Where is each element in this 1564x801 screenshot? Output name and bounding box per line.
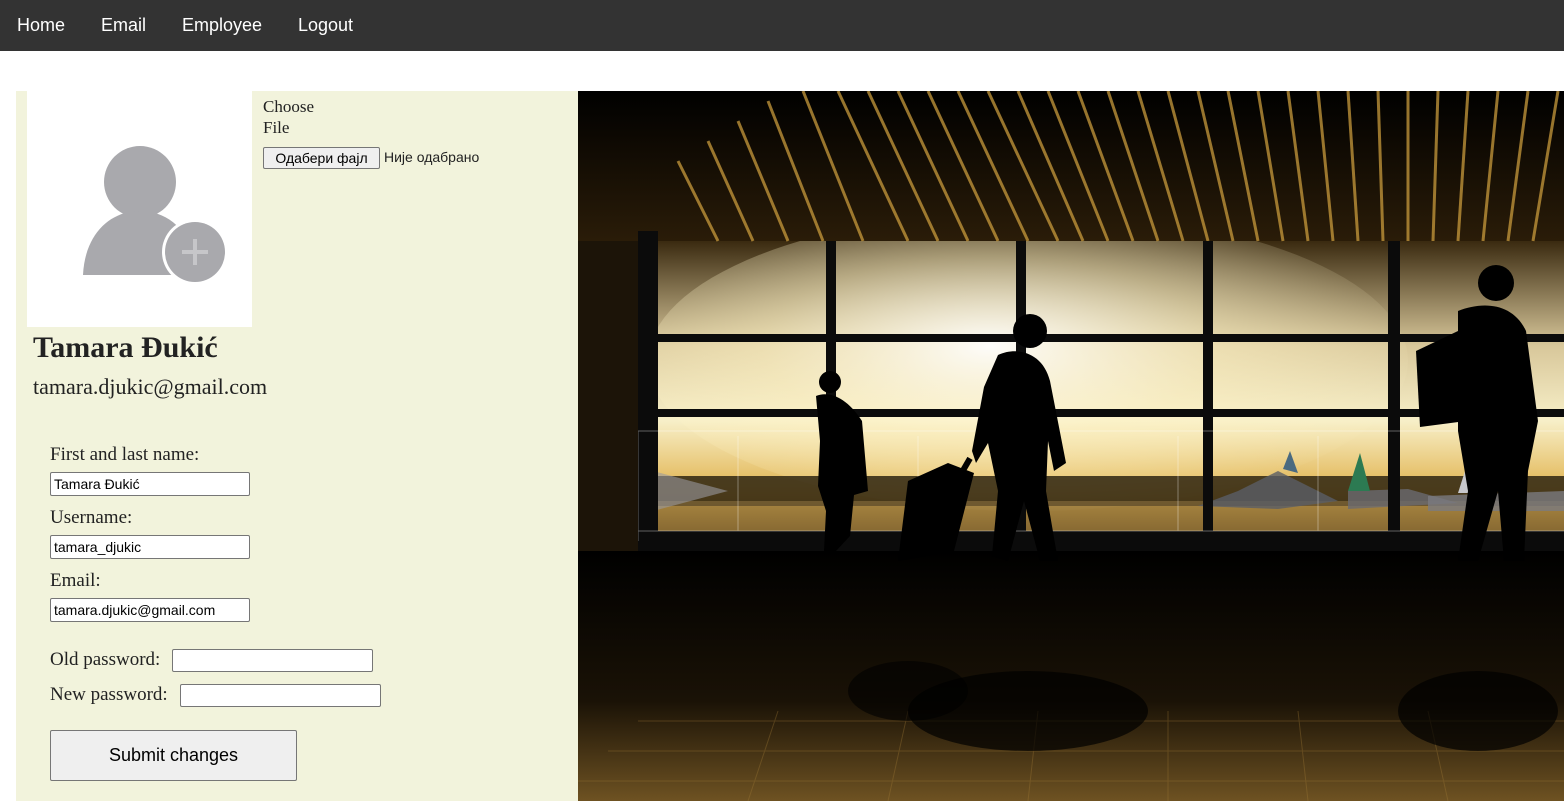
choose-file-label: Choose File	[263, 97, 314, 137]
name-label: First and last name:	[50, 444, 200, 465]
file-status-text: Није одабрано	[384, 149, 480, 165]
nav-email-link[interactable]: Email	[101, 0, 146, 51]
airport-photo	[578, 91, 1564, 801]
username-label: Username:	[50, 507, 133, 528]
airport-illustration	[578, 91, 1564, 801]
name-input[interactable]	[50, 472, 250, 496]
top-navbar: Home Email Employee Logout	[0, 0, 1564, 51]
submit-changes-button[interactable]: Submit changes	[50, 730, 297, 781]
profile-email: tamara.djukic@gmail.com	[33, 374, 268, 399]
new-password-label: New password:	[50, 684, 168, 705]
nav-home-link[interactable]: Home	[17, 0, 65, 51]
profile-panel: Choose File Одабери фајл Није одабрано T…	[16, 91, 578, 801]
choose-file-button[interactable]: Одабери фајл	[263, 147, 380, 169]
email-label: Email:	[50, 570, 101, 591]
nav-employee-link[interactable]: Employee	[182, 0, 262, 51]
new-password-input[interactable]	[180, 684, 381, 707]
email-input[interactable]	[50, 598, 250, 622]
old-password-label: Old password:	[50, 649, 161, 670]
old-password-input[interactable]	[172, 649, 373, 672]
profile-name: Tamara Đukić	[33, 331, 218, 364]
username-input[interactable]	[50, 535, 250, 559]
add-user-icon	[83, 146, 228, 285]
nav-logout-link[interactable]: Logout	[298, 0, 353, 51]
avatar[interactable]	[27, 91, 252, 327]
